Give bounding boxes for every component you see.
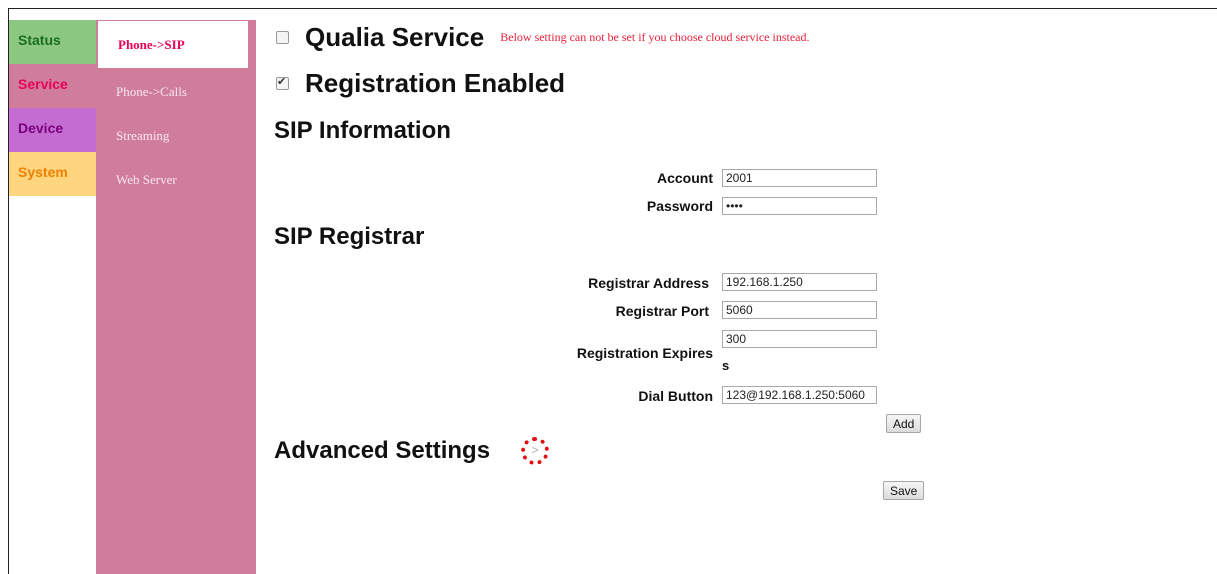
- dial-button-label: Dial Button: [638, 388, 713, 404]
- advanced-settings-heading: Advanced Settings: [274, 437, 491, 464]
- save-button[interactable]: Save: [883, 481, 925, 500]
- registrar-address-label: Registrar Address: [588, 275, 709, 291]
- advanced-settings-expand-icon[interactable]: >: [521, 437, 549, 465]
- tab-service[interactable]: Service: [9, 64, 96, 108]
- registrar-port-label: Registrar Port: [615, 303, 709, 319]
- sub-nav: Phone->SIP Phone->Calls Streaming Web Se…: [96, 20, 256, 574]
- tab-status[interactable]: Status: [9, 20, 96, 64]
- account-label: Account: [657, 170, 713, 186]
- registrar-port-input[interactable]: [722, 301, 877, 319]
- registration-expires-input[interactable]: [722, 330, 877, 348]
- qualia-service-checkbox[interactable]: [276, 30, 289, 44]
- password-input[interactable]: [722, 197, 877, 215]
- sub-nav-streaming[interactable]: Streaming: [96, 112, 256, 156]
- dial-button-input[interactable]: [722, 386, 877, 404]
- qualia-service-note: Below setting can not be set if you choo…: [500, 29, 810, 44]
- registration-enabled-row: Registration Enabled: [276, 68, 565, 98]
- sub-nav-web-server[interactable]: Web Server: [96, 156, 256, 200]
- registration-enabled-checkbox[interactable]: [276, 75, 289, 90]
- account-input[interactable]: [722, 169, 877, 187]
- add-button[interactable]: Add: [886, 414, 922, 433]
- registrar-address-input[interactable]: [722, 273, 877, 291]
- sub-nav-phone-calls[interactable]: Phone->Calls: [96, 68, 256, 112]
- sip-information-heading: SIP Information: [274, 117, 451, 144]
- tab-device[interactable]: Device: [9, 108, 96, 152]
- sip-registrar-heading: SIP Registrar: [274, 223, 425, 250]
- qualia-service-row: Qualia Service Below setting can not be …: [276, 22, 810, 52]
- qualia-service-label: Qualia Service: [305, 21, 485, 52]
- password-label: Password: [646, 198, 713, 214]
- registration-expires-label: Registration Expires: [576, 345, 713, 361]
- main-nav: Status Service Device System: [9, 20, 96, 196]
- frame-top-border: [8, 8, 1217, 9]
- sub-nav-phone-sip[interactable]: Phone->SIP: [98, 21, 248, 68]
- registration-expires-unit: s: [722, 358, 730, 373]
- registration-enabled-label: Registration Enabled: [305, 67, 566, 98]
- tab-system[interactable]: System: [9, 152, 96, 196]
